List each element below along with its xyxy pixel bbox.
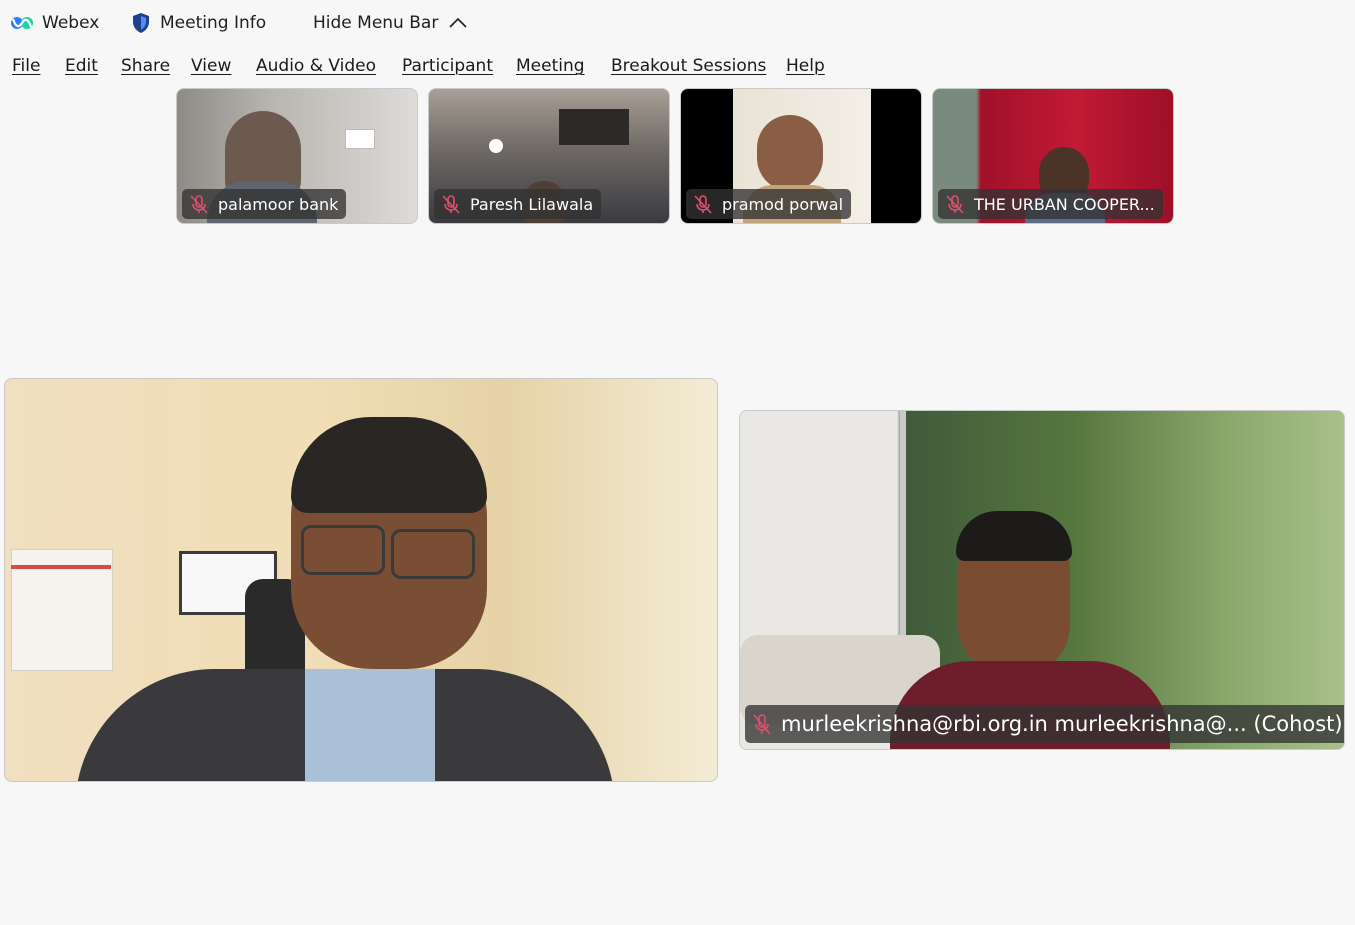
mic-muted-icon <box>190 195 208 214</box>
speaker-shirt <box>305 669 435 781</box>
cohost-nametag: murleekrishna@rbi.org.in murleekrishna@.… <box>745 705 1344 743</box>
menu-audio-video[interactable]: Audio & Video <box>256 56 376 76</box>
menu-breakout-sessions[interactable]: Breakout Sessions <box>611 56 766 76</box>
video-feed-shelf <box>559 109 629 145</box>
participant-name: THE URBAN COOPER... <box>974 194 1155 214</box>
participant-nametag: palamoor bank <box>182 189 347 219</box>
cohost-video[interactable]: murleekrishna@rbi.org.in murleekrishna@.… <box>739 410 1345 750</box>
chevron-up-icon <box>449 17 467 28</box>
participant-tile[interactable]: palamoor bank <box>176 88 418 224</box>
hide-menu-bar-button[interactable]: Hide Menu Bar <box>313 10 468 36</box>
participant-name: Paresh Lilawala <box>470 194 594 214</box>
mic-muted-icon <box>753 714 771 735</box>
menu-help[interactable]: Help <box>786 56 825 76</box>
menu-share[interactable]: Share <box>121 56 170 76</box>
participant-nametag: THE URBAN COOPER... <box>938 189 1163 219</box>
cohost-hair <box>956 511 1072 561</box>
video-feed-face <box>757 115 823 191</box>
hide-menu-bar-label: Hide Menu Bar <box>313 13 439 33</box>
menu-participant[interactable]: Participant <box>402 56 493 76</box>
mic-muted-icon <box>946 195 964 214</box>
webex-logo-icon <box>11 17 33 29</box>
menu-file[interactable]: File <box>12 56 40 76</box>
title-bar: Webex Meeting Info Hide Menu Bar <box>0 0 1355 46</box>
participant-tile[interactable]: pramod porwal <box>680 88 922 224</box>
participant-nametag: pramod porwal <box>686 189 852 219</box>
cohost-name: murleekrishna@rbi.org.in murleekrishna@.… <box>781 712 1343 736</box>
app-name: Webex <box>42 13 100 33</box>
speaker-hair <box>291 417 487 513</box>
mic-muted-icon <box>694 195 712 214</box>
speaker-glasses-left <box>301 525 385 575</box>
menu-bar: File Edit Share View Audio & Video Parti… <box>0 52 1355 82</box>
webex-app-title[interactable]: Webex <box>10 10 99 36</box>
meeting-info-button[interactable]: Meeting Info <box>132 10 266 36</box>
mic-muted-icon <box>442 195 460 214</box>
active-speaker-video[interactable] <box>4 378 718 782</box>
participant-tile[interactable]: THE URBAN COOPER... <box>932 88 1174 224</box>
shield-icon <box>133 13 149 33</box>
participant-nametag: Paresh Lilawala <box>434 189 602 219</box>
calendar-stripe <box>11 565 111 569</box>
menu-edit[interactable]: Edit <box>65 56 98 76</box>
menu-meeting[interactable]: Meeting <box>516 56 585 76</box>
speaker-glasses-right <box>391 529 475 579</box>
wall-switch <box>345 129 375 149</box>
participant-name: palamoor bank <box>218 194 339 214</box>
ceiling-light <box>489 139 503 153</box>
meeting-info-label: Meeting Info <box>160 13 267 33</box>
participant-name: pramod porwal <box>722 194 844 214</box>
participant-tile[interactable]: Paresh Lilawala <box>428 88 670 224</box>
menu-view[interactable]: View <box>191 56 231 76</box>
